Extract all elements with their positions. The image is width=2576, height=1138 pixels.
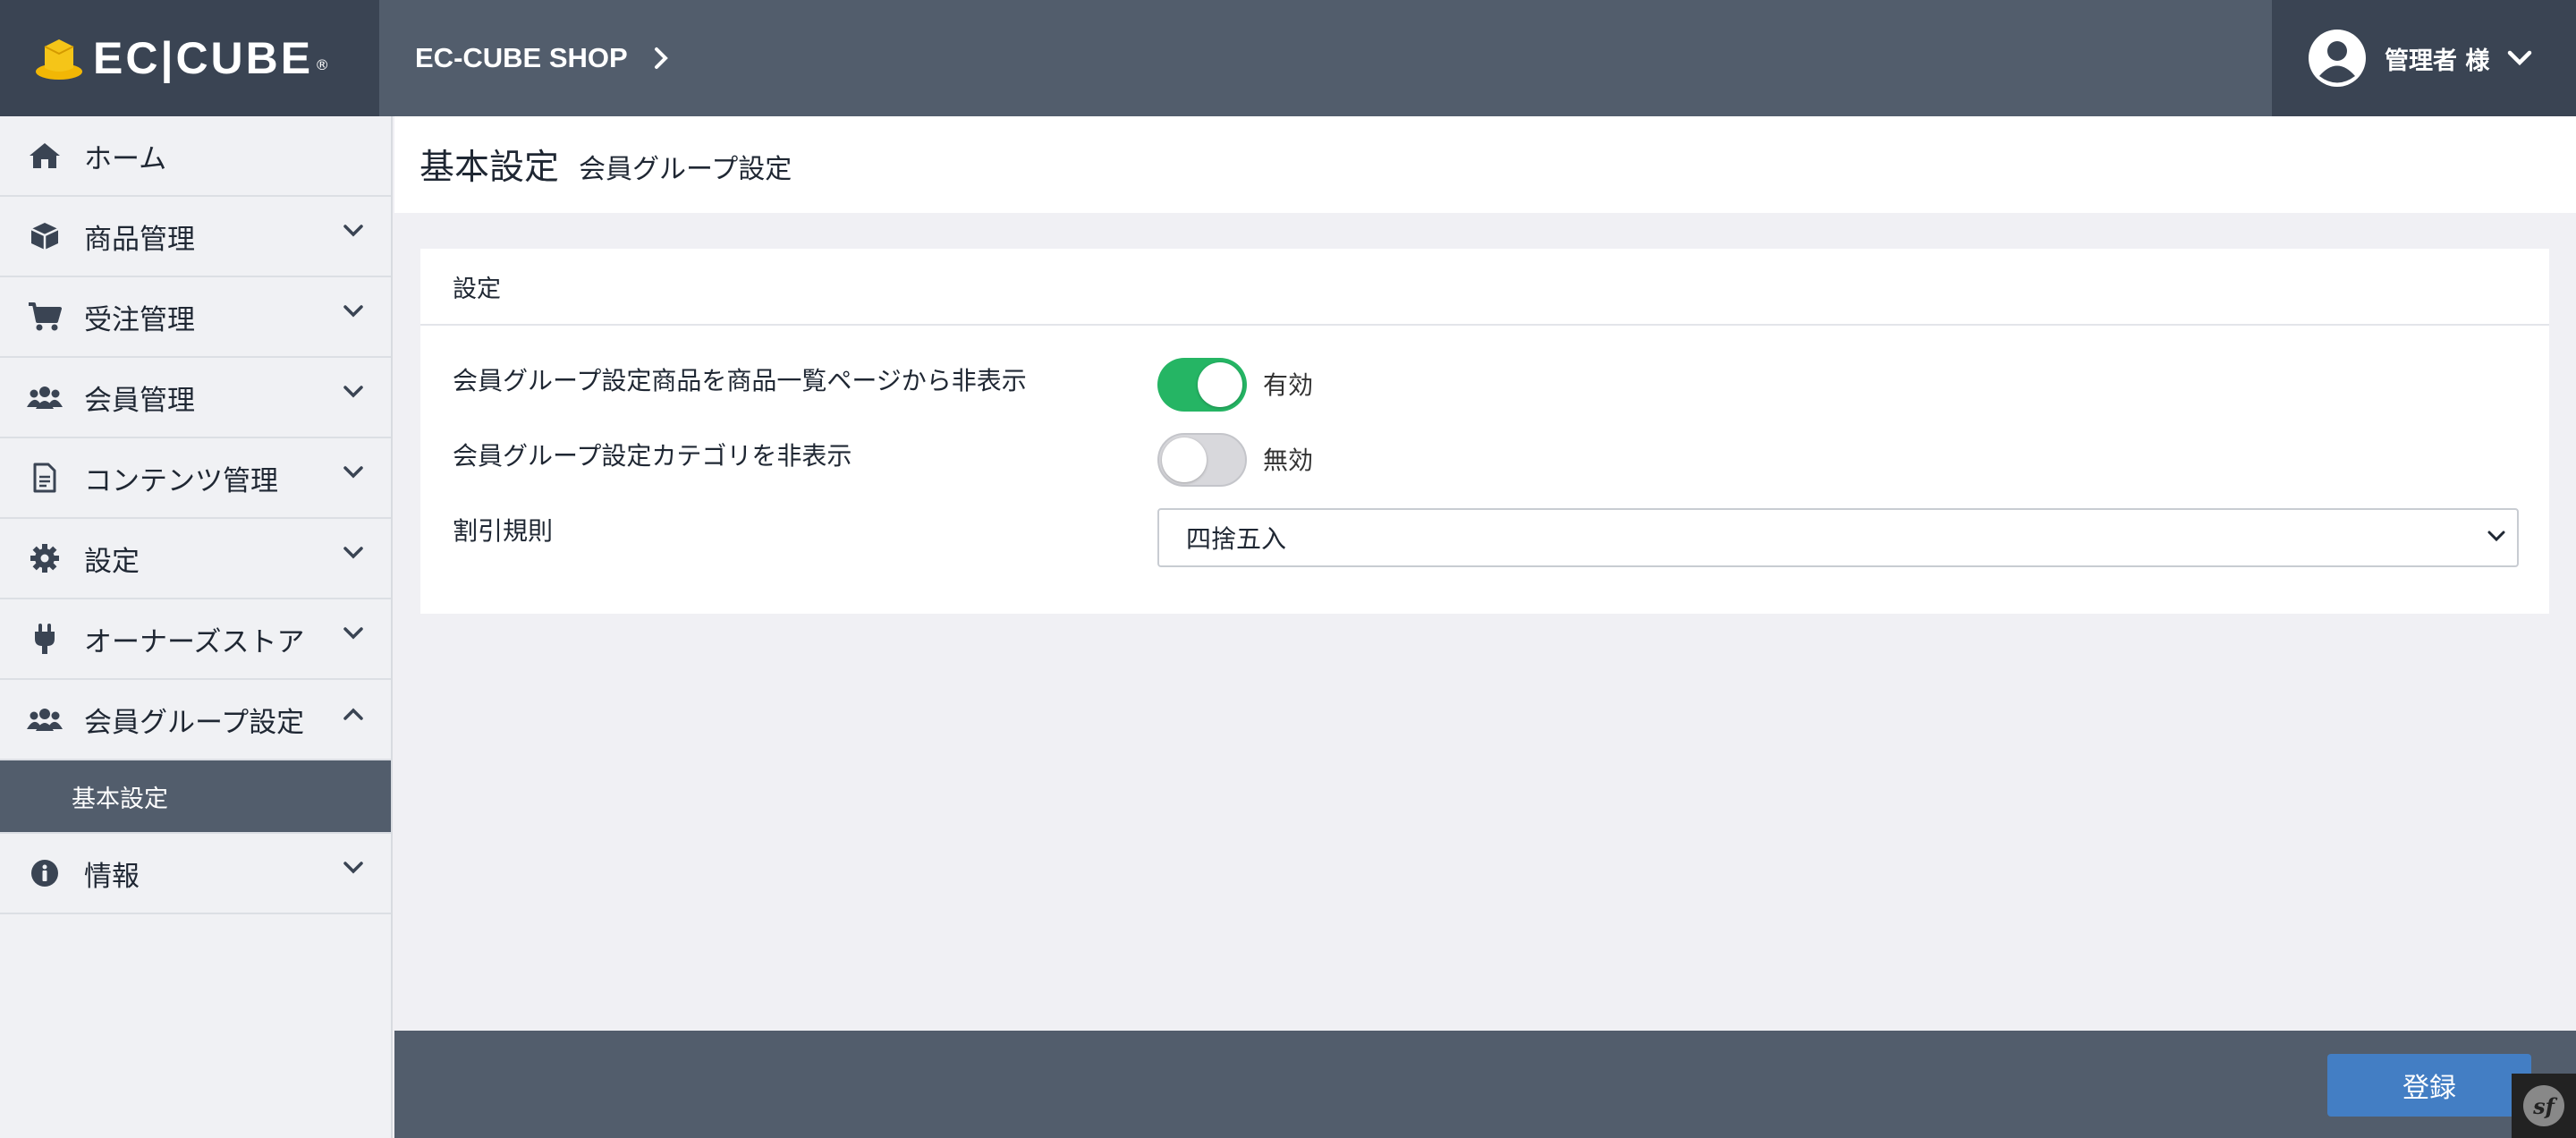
sidebar-item-orders[interactable]: 受注管理 [0,277,391,358]
sidebar-item-owners-store[interactable]: オーナーズストア [0,599,391,680]
hide-products-toggle[interactable] [1157,358,1247,412]
user-menu[interactable]: 管理者 様 [2272,0,2576,116]
hide-products-toggle-label: 有効 [1263,370,1314,400]
discount-rule-value: 四捨五入 [1186,524,1287,554]
hide-category-toggle-label: 無効 [1263,446,1314,475]
shop-name: EC-CUBE SHOP [415,42,628,73]
logo-text: EC|CUBE [93,33,314,83]
sidebar-item-label: ホーム [84,142,167,175]
chevron-down-icon [343,547,363,559]
chevron-down-icon [343,627,363,640]
sidebar-item-label: コンテンツ管理 [84,464,278,497]
shop-link[interactable]: EC-CUBE SHOP [415,42,669,74]
plug-icon [27,621,63,657]
chevron-right-icon [654,47,668,69]
sidebar-item-member-group[interactable]: 会員グループ設定 [0,680,391,760]
chevron-down-icon [343,225,363,237]
info-icon [27,855,63,891]
chevron-down-icon [343,305,363,318]
home-icon [27,138,63,174]
top-header: EC|CUBE ® EC-CUBE SHOP 管理者 様 [0,0,2576,116]
save-button[interactable]: 登録 [2327,1054,2531,1117]
card-header: 設定 [420,249,2549,326]
sidebar-item-label: オーナーズストア [84,625,305,658]
toggle-knob [1162,437,1207,482]
symfony-logo-icon: sf [2523,1085,2564,1126]
chevron-up-icon [343,708,363,720]
sidebar-subitem-basic-settings[interactable]: 基本設定 [0,760,391,834]
sidebar: ホーム 商品管理 受注管理 会員管理 コンテンツ管理 設定 オーナーズストア 会… [0,116,393,1138]
page-title-bar: 基本設定 会員グループ設定 [394,116,2576,213]
user-name: 管理者 様 [2385,47,2490,75]
sidebar-item-info[interactable]: 情報 [0,834,391,914]
symfony-toolbar-toggle[interactable]: sf [2512,1074,2576,1138]
sidebar-item-home[interactable]: ホーム [0,116,391,197]
file-icon [27,460,63,496]
sidebar-subitem-label: 基本設定 [72,785,168,813]
sidebar-item-label: 情報 [84,860,140,893]
toggle-knob [1198,362,1242,407]
sidebar-item-label: 商品管理 [84,223,195,256]
user-avatar-icon [2309,30,2366,87]
logo-registered-mark: ® [315,56,330,73]
sidebar-item-members[interactable]: 会員管理 [0,358,391,438]
logo[interactable]: EC|CUBE ® [0,0,379,116]
gear-icon [27,540,63,576]
sidebar-item-settings[interactable]: 設定 [0,519,391,599]
cart-icon [27,299,63,335]
setting-label-hide-category: 会員グループ設定カテゴリを非表示 [453,441,852,471]
chevron-down-icon [2508,50,2532,66]
cube-logo-icon [36,39,82,80]
sidebar-item-label: 受注管理 [84,303,195,336]
chevron-down-icon [343,862,363,874]
sidebar-item-label: 設定 [84,545,140,578]
users-icon [27,379,63,415]
settings-card: 設定 会員グループ設定商品を商品一覧ページから非表示 有効 会員グループ設定カテ… [420,249,2549,614]
chevron-down-icon [343,386,363,398]
page-subtitle: 会員グループ設定 [579,154,792,185]
sidebar-item-products[interactable]: 商品管理 [0,197,391,277]
sidebar-item-contents[interactable]: コンテンツ管理 [0,438,391,519]
page-title: 基本設定 [419,148,560,188]
box-icon [27,218,63,254]
users-icon [27,701,63,737]
sidebar-item-label: 会員グループ設定 [84,706,305,739]
hide-category-toggle[interactable] [1157,433,1247,487]
chevron-down-icon [2487,531,2505,542]
sidebar-item-label: 会員管理 [84,384,195,417]
setting-label-hide-products: 会員グループ設定商品を商品一覧ページから非表示 [453,366,1027,395]
footer-bar [394,1031,2576,1138]
chevron-down-icon [343,466,363,479]
setting-label-discount-rule: 割引規則 [453,516,554,546]
discount-rule-select[interactable]: 四捨五入 [1157,508,2519,567]
